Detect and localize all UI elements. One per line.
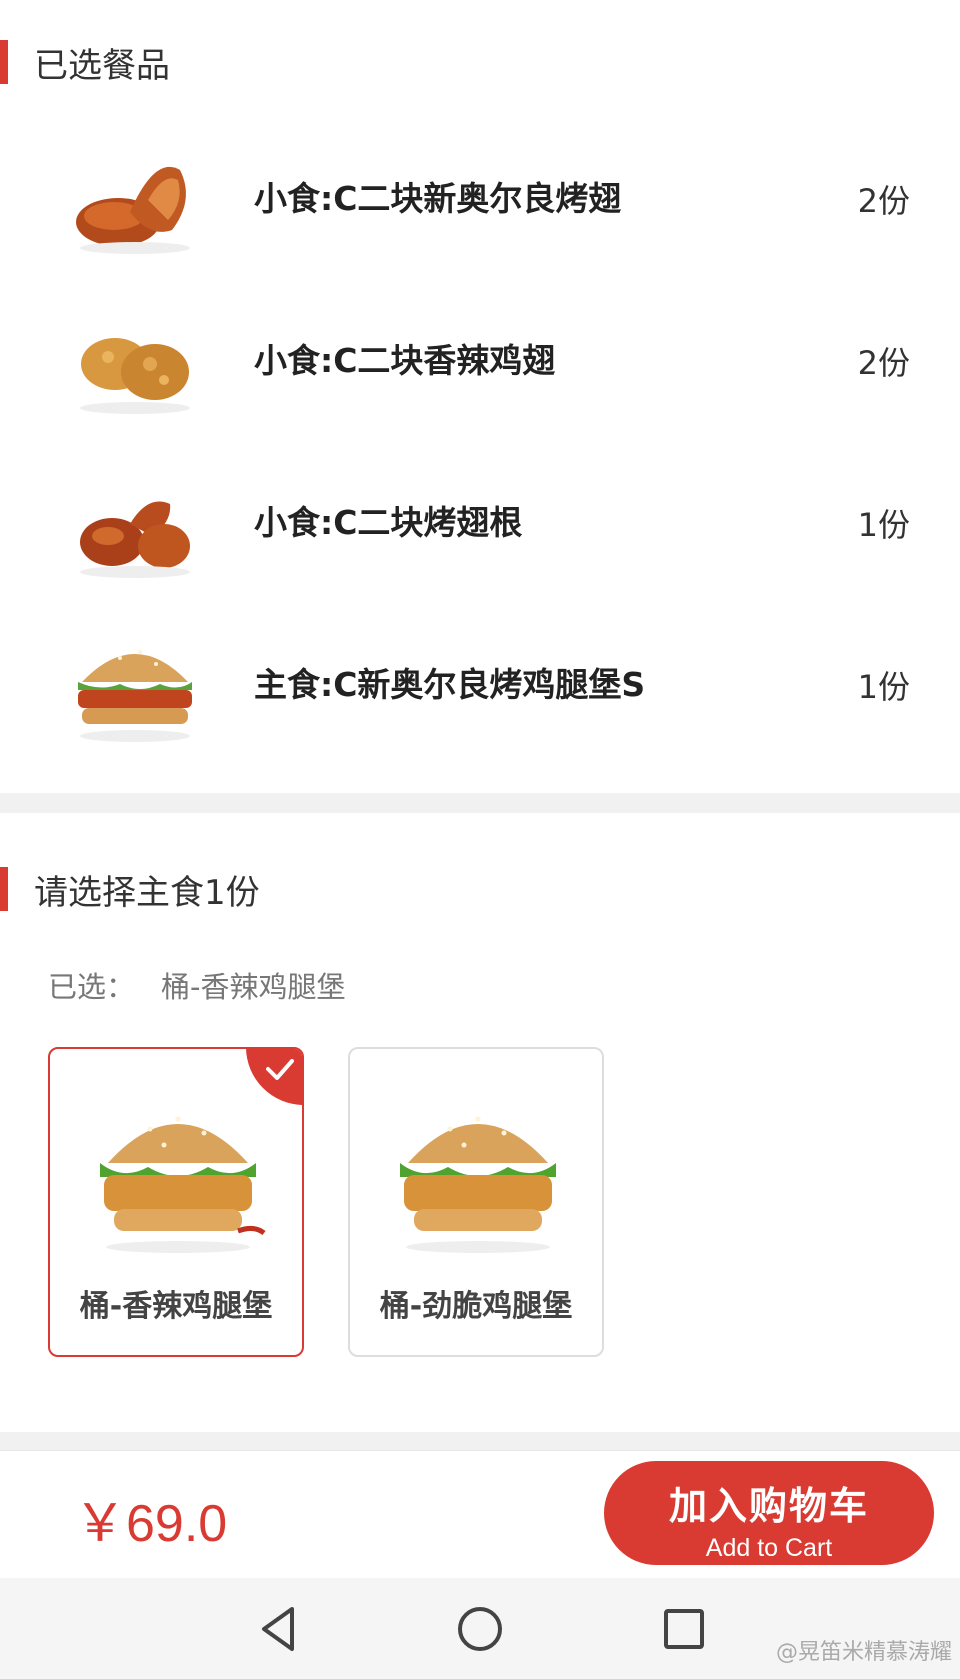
item-quantity: 1份 (857, 668, 910, 706)
list-item: 小食:C二块烤翅根 1份 (0, 444, 960, 604)
item-name: 小食:C二块新奥尔良烤翅 (254, 179, 622, 218)
selected-summary: 已选： 桶-香辣鸡腿堡 (48, 964, 345, 1006)
section-title-text: 请选择主食1份 (34, 872, 260, 913)
back-triangle-icon[interactable] (252, 1603, 304, 1655)
item-name: 小食:C二块香辣鸡翅 (254, 341, 556, 380)
option-card-crispy-burger[interactable]: 桶-劲脆鸡腿堡 (348, 1047, 604, 1357)
section-title-selected: 已选餐品 (0, 40, 170, 86)
section-title-choose: 请选择主食1份 (0, 867, 260, 913)
list-item: 小食:C二块香辣鸡翅 2份 (0, 282, 960, 442)
spicy-burger-icon (100, 1116, 266, 1253)
option-card-spicy-burger[interactable]: 桶-香辣鸡腿堡 (48, 1047, 304, 1357)
option-label: 桶-香辣鸡腿堡 (79, 1289, 273, 1324)
item-quantity: 2份 (857, 182, 910, 220)
add-to-cart-sublabel: Add to Cart (705, 1534, 833, 1562)
item-name: 小食:C二块烤翅根 (254, 503, 523, 542)
checkout-bar: ￥69.0 加入购物车 Add to Cart (0, 1450, 960, 1578)
recents-square-icon[interactable] (658, 1603, 710, 1655)
grilled-wings-icon (76, 166, 190, 254)
option-label: 桶-劲脆鸡腿堡 (379, 1289, 573, 1324)
total-price: ￥69.0 (74, 1495, 228, 1553)
system-nav-bar: @晃笛米精慕涛耀 (0, 1578, 960, 1679)
item-quantity: 2份 (857, 344, 910, 382)
selected-label: 已选： (48, 970, 136, 1004)
list-item: 小食:C二块新奥尔良烤翅 2份 (0, 120, 960, 280)
home-circle-icon[interactable] (454, 1603, 506, 1655)
list-item: 主食:C新奥尔良烤鸡腿堡S 1份 (0, 606, 960, 766)
section-title-text: 已选餐品 (34, 45, 170, 86)
watermark-text: @晃笛米精慕涛耀 (775, 1640, 952, 1665)
item-name: 主食:C新奥尔良烤鸡腿堡S (254, 665, 646, 704)
section-divider (0, 793, 960, 813)
section-accent-bar (0, 40, 8, 84)
fried-wings-icon (80, 338, 190, 414)
drumettes-icon (80, 501, 190, 578)
checkmark-icon (246, 1049, 302, 1105)
section-divider (0, 1432, 960, 1450)
item-quantity: 1份 (857, 506, 910, 544)
selected-value: 桶-香辣鸡腿堡 (161, 970, 346, 1004)
add-to-cart-button[interactable]: 加入购物车 Add to Cart (604, 1461, 934, 1565)
chicken-burger-icon (78, 650, 192, 742)
add-to-cart-label: 加入购物车 (668, 1486, 869, 1528)
crispy-burger-icon (400, 1116, 556, 1253)
section-accent-bar (0, 867, 8, 911)
